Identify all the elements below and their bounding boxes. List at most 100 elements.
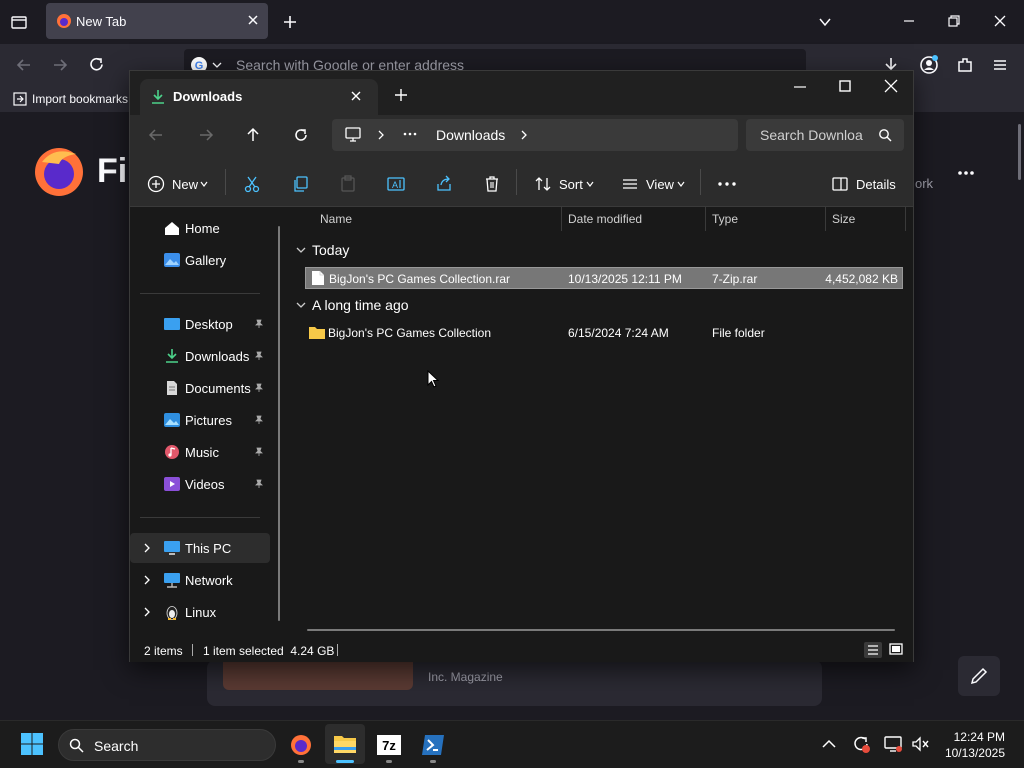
taskbar-search[interactable]: Search: [58, 729, 276, 761]
extensions-icon[interactable]: [956, 56, 974, 74]
new-plus-icon[interactable]: [147, 175, 165, 193]
address-bar[interactable]: Downloads: [332, 119, 738, 151]
column-divider[interactable]: [825, 207, 826, 231]
paste-icon[interactable]: [339, 175, 357, 193]
nav-item-music[interactable]: Music: [130, 437, 270, 467]
delete-icon[interactable]: [483, 175, 501, 193]
explorer-back-icon[interactable]: [148, 127, 164, 143]
nav-scrollbar[interactable]: [278, 226, 280, 621]
reload-icon[interactable]: [88, 56, 105, 73]
view-dropdown-icon[interactable]: [677, 180, 685, 188]
list-all-tabs-icon[interactable]: [818, 15, 832, 29]
nav-item-this-pc[interactable]: This PC: [130, 533, 270, 563]
browser-close-icon[interactable]: [993, 14, 1007, 28]
share-icon[interactable]: [435, 175, 453, 193]
taskbar-file-explorer[interactable]: [325, 724, 365, 764]
group-collapse-icon[interactable]: [296, 300, 306, 310]
view-icon[interactable]: [621, 175, 639, 193]
breadcrumb-downloads[interactable]: Downloads: [436, 127, 505, 143]
column-header-name[interactable]: Name: [320, 212, 352, 226]
this-pc-icon: [163, 540, 181, 556]
refresh-icon[interactable]: [293, 127, 309, 143]
rename-icon[interactable]: A: [387, 175, 405, 193]
new-dropdown-icon[interactable]: [200, 180, 208, 188]
column-header-size[interactable]: Size: [832, 212, 855, 226]
breadcrumb-end-chevron-icon[interactable]: [519, 130, 529, 140]
close-explorer-tab-icon[interactable]: [350, 90, 362, 102]
nav-item-home[interactable]: Home: [130, 213, 270, 243]
new-tab-icon[interactable]: [282, 14, 298, 30]
import-bookmarks-link[interactable]: Import bookmarks: [32, 92, 128, 106]
column-header-type[interactable]: Type: [712, 212, 738, 226]
explorer-close-icon[interactable]: [884, 79, 898, 93]
group-header-long-ago[interactable]: A long time ago: [312, 297, 409, 313]
file-row[interactable]: BigJon's PC Games Collection.rar 10/13/2…: [305, 267, 903, 289]
column-divider[interactable]: [561, 207, 562, 231]
column-divider[interactable]: [705, 207, 706, 231]
expand-chevron-icon[interactable]: [142, 607, 152, 617]
breadcrumb-chevron-icon[interactable]: [376, 130, 386, 140]
taskbar-powershell[interactable]: [413, 724, 453, 764]
close-tab-icon[interactable]: [246, 13, 260, 27]
nav-item-videos[interactable]: Videos: [130, 469, 270, 499]
sort-button[interactable]: Sort: [559, 177, 583, 192]
show-hidden-icons-icon[interactable]: [822, 738, 836, 750]
sort-icon[interactable]: [534, 175, 552, 193]
see-more-icon[interactable]: [717, 175, 737, 193]
large-icons-view-icon[interactable]: [888, 642, 904, 658]
explorer-forward-icon[interactable]: [198, 127, 214, 143]
file-row[interactable]: BigJon's PC Games Collection 6/15/2024 7…: [305, 322, 903, 344]
browser-restore-icon[interactable]: [947, 14, 961, 28]
explorer-tab-downloads[interactable]: Downloads: [140, 79, 378, 115]
group-header-today[interactable]: Today: [312, 242, 349, 258]
nav-item-network[interactable]: Network: [130, 565, 270, 595]
customize-button[interactable]: [958, 656, 1000, 696]
nav-label: Gallery: [185, 253, 227, 268]
page-scrollbar[interactable]: [1018, 124, 1021, 180]
browser-minimize-icon[interactable]: [902, 14, 916, 28]
nav-item-documents[interactable]: Documents: [130, 373, 270, 403]
back-icon[interactable]: [16, 57, 32, 73]
expand-chevron-icon[interactable]: [142, 575, 152, 585]
file-type: File folder: [712, 326, 765, 340]
app-menu-icon[interactable]: [991, 56, 1009, 74]
nav-item-linux[interactable]: Linux: [130, 597, 270, 627]
volume-network-icon[interactable]: [910, 734, 930, 754]
column-divider[interactable]: [905, 207, 906, 231]
account-icon[interactable]: [919, 55, 939, 75]
group-collapse-icon[interactable]: [296, 245, 306, 255]
breadcrumb-overflow-icon[interactable]: [402, 126, 418, 142]
horizontal-scrollbar[interactable]: [307, 629, 895, 631]
cut-icon[interactable]: [243, 175, 261, 193]
explorer-maximize-icon[interactable]: [838, 79, 852, 93]
nav-item-gallery[interactable]: Gallery: [130, 245, 270, 275]
search-box[interactable]: Search Downloa: [746, 119, 904, 151]
story-card[interactable]: Inc. Magazine: [207, 660, 822, 706]
taskbar-7zip[interactable]: 7z: [369, 724, 409, 764]
more-options-icon[interactable]: [956, 166, 976, 180]
taskbar-firefox[interactable]: [281, 724, 321, 764]
up-level-icon[interactable]: [245, 127, 261, 143]
nav-item-desktop[interactable]: Desktop: [130, 309, 270, 339]
firefox-tab-newtab[interactable]: New Tab: [46, 3, 268, 39]
new-explorer-tab-icon[interactable]: [394, 88, 408, 102]
explorer-minimize-icon[interactable]: [793, 80, 807, 94]
sync-status-icon[interactable]: [851, 734, 871, 754]
expand-chevron-icon[interactable]: [142, 543, 152, 553]
column-header-date[interactable]: Date modified: [568, 212, 642, 226]
forward-icon[interactable]: [52, 57, 68, 73]
details-pane-icon[interactable]: [831, 175, 849, 193]
windows-start-icon[interactable]: [20, 732, 44, 756]
tab-list-icon[interactable]: [10, 13, 28, 31]
sort-dropdown-icon[interactable]: [586, 180, 594, 188]
nav-item-pictures[interactable]: Pictures: [130, 405, 270, 435]
display-icon[interactable]: [883, 734, 903, 754]
details-button[interactable]: Details: [856, 177, 896, 192]
details-view-icon[interactable]: [864, 642, 882, 658]
nav-item-downloads[interactable]: Downloads: [130, 341, 270, 371]
search-engine-dropdown-icon[interactable]: [212, 60, 222, 70]
taskbar-clock[interactable]: 12:24 PM 10/13/2025: [935, 729, 1005, 761]
copy-icon[interactable]: [291, 175, 309, 193]
view-button[interactable]: View: [646, 177, 674, 192]
new-button[interactable]: New: [172, 177, 198, 192]
